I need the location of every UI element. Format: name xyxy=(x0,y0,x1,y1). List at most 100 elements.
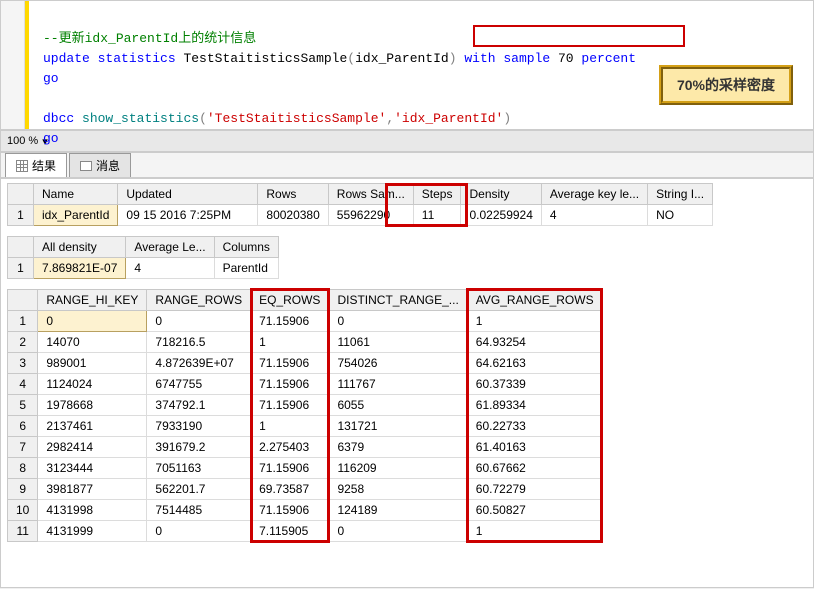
table-row[interactable]: 51978668374792.171.15906605561.89334 xyxy=(8,395,603,416)
cell[interactable]: 1978668 xyxy=(38,395,147,416)
cell[interactable]: 0 xyxy=(38,311,147,332)
cell[interactable]: 0 xyxy=(329,311,467,332)
cell[interactable]: 124189 xyxy=(329,500,467,521)
cell[interactable]: 69.73587 xyxy=(251,479,329,500)
table-row[interactable]: 1 idx_ParentId 09 15 2016 7:25PM 8002038… xyxy=(8,205,713,226)
col-string-index[interactable]: String I... xyxy=(648,184,713,205)
col-eq-rows[interactable]: EQ_ROWS xyxy=(251,290,329,311)
cell[interactable]: 71.15906 xyxy=(251,353,329,374)
cell[interactable]: 14070 xyxy=(38,332,147,353)
table-row[interactable]: 11413199907.11590501 xyxy=(8,521,603,542)
cell[interactable]: 0 xyxy=(147,521,251,542)
cell[interactable]: 1124024 xyxy=(38,374,147,395)
cell[interactable]: 9258 xyxy=(329,479,467,500)
cell[interactable]: 4131999 xyxy=(38,521,147,542)
col-rows-sampled[interactable]: Rows Sam... xyxy=(328,184,413,205)
cell[interactable]: 6379 xyxy=(329,437,467,458)
col-columns[interactable]: Columns xyxy=(214,237,278,258)
cell[interactable]: 6747755 xyxy=(147,374,251,395)
table-row[interactable]: 93981877562201.769.73587925860.72279 xyxy=(8,479,603,500)
cell[interactable]: 7051163 xyxy=(147,458,251,479)
cell[interactable]: 80020380 xyxy=(258,205,328,226)
table-row[interactable]: 104131998751448571.1590612418960.50827 xyxy=(8,500,603,521)
cell[interactable]: 111767 xyxy=(329,374,467,395)
cell[interactable]: 3981877 xyxy=(38,479,147,500)
cell[interactable]: idx_ParentId xyxy=(34,205,118,226)
cell[interactable]: 60.37339 xyxy=(467,374,602,395)
cell[interactable]: 1 xyxy=(467,311,602,332)
cell[interactable]: 71.15906 xyxy=(251,395,329,416)
table-row[interactable]: 39890014.872639E+0771.1590675402664.6216… xyxy=(8,353,603,374)
results-pane[interactable]: Name Updated Rows Rows Sam... Steps Dens… xyxy=(0,178,814,588)
cell[interactable]: 64.62163 xyxy=(467,353,602,374)
cell[interactable]: 11061 xyxy=(329,332,467,353)
table-row[interactable]: 1 7.869821E-07 4 ParentId xyxy=(8,258,279,279)
table-row[interactable]: 10071.1590601 xyxy=(8,311,603,332)
cell[interactable]: 562201.7 xyxy=(147,479,251,500)
cell[interactable]: 2982414 xyxy=(38,437,147,458)
cell[interactable]: 60.67662 xyxy=(467,458,602,479)
cell[interactable]: 4 xyxy=(541,205,647,226)
col-avg-range-rows[interactable]: AVG_RANGE_ROWS xyxy=(467,290,602,311)
cell[interactable]: 61.40163 xyxy=(467,437,602,458)
sql-editor[interactable]: --更新idx_ParentId上的统计信息 update statistics… xyxy=(0,0,814,130)
col-range-hi-key[interactable]: RANGE_HI_KEY xyxy=(38,290,147,311)
cell[interactable]: 71.15906 xyxy=(251,374,329,395)
cell[interactable]: 1 xyxy=(251,332,329,353)
col-updated[interactable]: Updated xyxy=(118,184,258,205)
cell[interactable]: 7933190 xyxy=(147,416,251,437)
cell[interactable]: 7.115905 xyxy=(251,521,329,542)
cell[interactable]: 989001 xyxy=(38,353,147,374)
cell[interactable]: 4 xyxy=(126,258,214,279)
cell[interactable]: 7514485 xyxy=(147,500,251,521)
col-avg-length[interactable]: Average Le... xyxy=(126,237,214,258)
table-row[interactable]: 41124024674775571.1590611176760.37339 xyxy=(8,374,603,395)
col-steps[interactable]: Steps xyxy=(413,184,461,205)
col-avg-key-length[interactable]: Average key le... xyxy=(541,184,647,205)
cell[interactable]: 374792.1 xyxy=(147,395,251,416)
tab-results[interactable]: 结果 xyxy=(5,153,67,177)
col-density[interactable]: Density xyxy=(461,184,541,205)
cell[interactable]: 0 xyxy=(329,521,467,542)
cell[interactable]: 131721 xyxy=(329,416,467,437)
zoom-value[interactable]: 100 % xyxy=(7,135,38,147)
cell[interactable]: 391679.2 xyxy=(147,437,251,458)
cell[interactable]: 71.15906 xyxy=(251,311,329,332)
cell[interactable]: 71.15906 xyxy=(251,458,329,479)
cell[interactable]: 4.872639E+07 xyxy=(147,353,251,374)
col-rows[interactable]: Rows xyxy=(258,184,328,205)
cell[interactable]: 61.89334 xyxy=(467,395,602,416)
col-all-density[interactable]: All density xyxy=(34,237,126,258)
cell[interactable]: 7.869821E-07 xyxy=(34,258,126,279)
cell[interactable]: 754026 xyxy=(329,353,467,374)
cell[interactable]: 0.02259924 xyxy=(461,205,541,226)
cell[interactable]: 60.72279 xyxy=(467,479,602,500)
cell[interactable]: 6055 xyxy=(329,395,467,416)
cell[interactable]: 2137461 xyxy=(38,416,147,437)
cell[interactable]: 4131998 xyxy=(38,500,147,521)
col-name[interactable]: Name xyxy=(34,184,118,205)
cell[interactable]: NO xyxy=(648,205,713,226)
table-row[interactable]: 83123444705116371.1590611620960.67662 xyxy=(8,458,603,479)
cell[interactable]: 09 15 2016 7:25PM xyxy=(118,205,258,226)
table-row[interactable]: 214070718216.511106164.93254 xyxy=(8,332,603,353)
cell[interactable]: 0 xyxy=(147,311,251,332)
cell[interactable]: ParentId xyxy=(214,258,278,279)
cell[interactable]: 11 xyxy=(413,205,461,226)
table-row[interactable]: 621374617933190113172160.22733 xyxy=(8,416,603,437)
table-row[interactable]: 72982414391679.22.275403637961.40163 xyxy=(8,437,603,458)
col-range-rows[interactable]: RANGE_ROWS xyxy=(147,290,251,311)
cell[interactable]: 60.22733 xyxy=(467,416,602,437)
cell[interactable]: 3123444 xyxy=(38,458,147,479)
cell[interactable]: 60.50827 xyxy=(467,500,602,521)
cell[interactable]: 64.93254 xyxy=(467,332,602,353)
col-distinct-range[interactable]: DISTINCT_RANGE_... xyxy=(329,290,467,311)
cell[interactable]: 71.15906 xyxy=(251,500,329,521)
cell[interactable]: 718216.5 xyxy=(147,332,251,353)
cell[interactable]: 1 xyxy=(467,521,602,542)
cell[interactable]: 116209 xyxy=(329,458,467,479)
cell[interactable]: 1 xyxy=(251,416,329,437)
cell[interactable]: 55962290 xyxy=(328,205,413,226)
cell[interactable]: 2.275403 xyxy=(251,437,329,458)
tab-messages[interactable]: 消息 xyxy=(69,153,131,177)
